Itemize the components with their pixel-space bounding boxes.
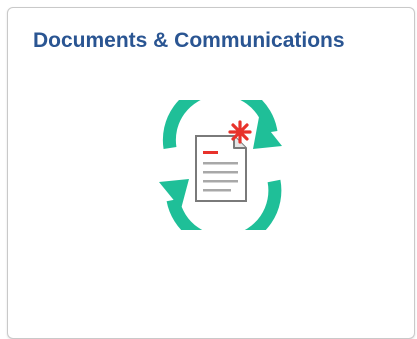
documents-communications-tile[interactable]: Documents & Communications [7,7,415,339]
document-icon [195,135,247,202]
tile-title: Documents & Communications [33,29,345,52]
asterisk-icon [228,120,252,144]
document-sync-icon [159,100,282,230]
